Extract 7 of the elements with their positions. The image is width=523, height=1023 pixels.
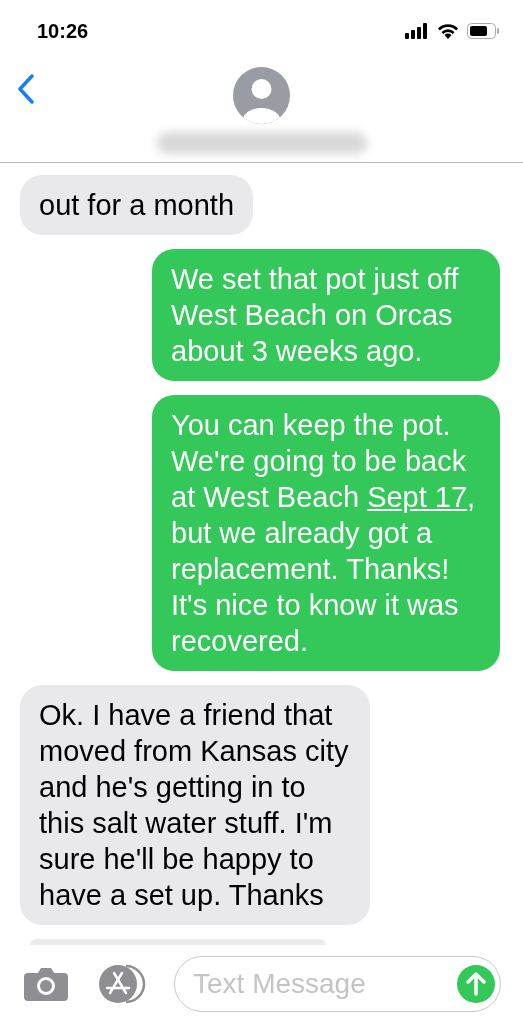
message-field[interactable]: Text Message: [174, 956, 501, 1012]
message-bubble: You can keep the pot. We're going to be back at West Beach Sept 17, but we already got a replacement. Thanks! It's nice to know it was recovered.: [152, 395, 500, 671]
status-time: 10:26: [37, 19, 89, 43]
message-bubble: We set that pot just off West Beach on Orcas about 3 weeks ago.: [152, 249, 500, 381]
message-bubble: Ok. I have a friend that moved from Kansas city and he's getting in to this salt water stuff. I'm sure he'll be happy to have a set up. Thanks: [20, 685, 370, 925]
message-bubble: out for a month: [20, 175, 254, 235]
date-link[interactable]: Sept 17: [367, 481, 468, 513]
